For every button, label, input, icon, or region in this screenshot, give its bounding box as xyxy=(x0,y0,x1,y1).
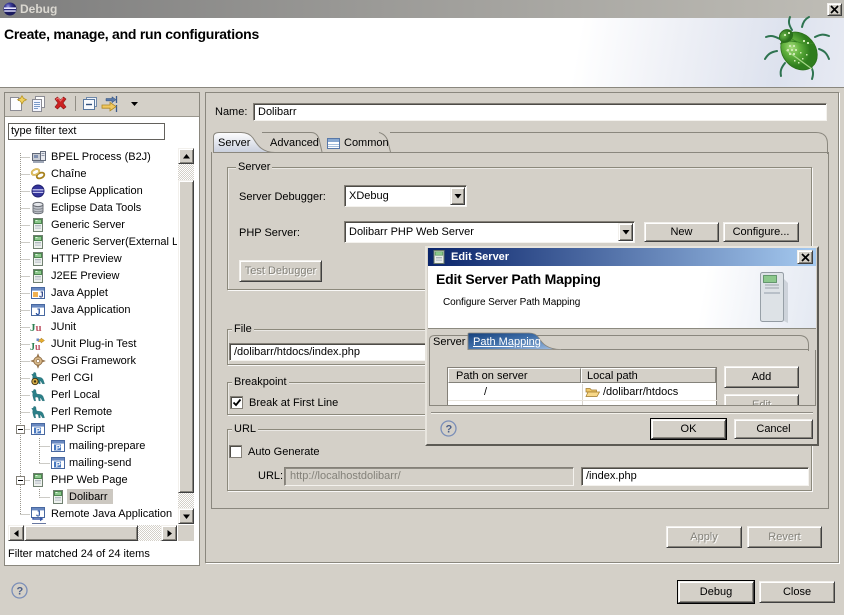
svg-text:Ju: Ju xyxy=(30,342,41,352)
svg-text:P: P xyxy=(56,443,61,452)
svg-text:J: J xyxy=(36,510,40,519)
svg-text:?: ? xyxy=(446,424,453,436)
svg-text:?: ? xyxy=(17,586,24,598)
svg-text:P: P xyxy=(56,460,61,469)
svg-text:P: P xyxy=(36,426,41,435)
svg-text:J: J xyxy=(39,291,43,300)
svg-text:Ju: Ju xyxy=(30,322,42,334)
svg-text:J: J xyxy=(36,307,41,317)
